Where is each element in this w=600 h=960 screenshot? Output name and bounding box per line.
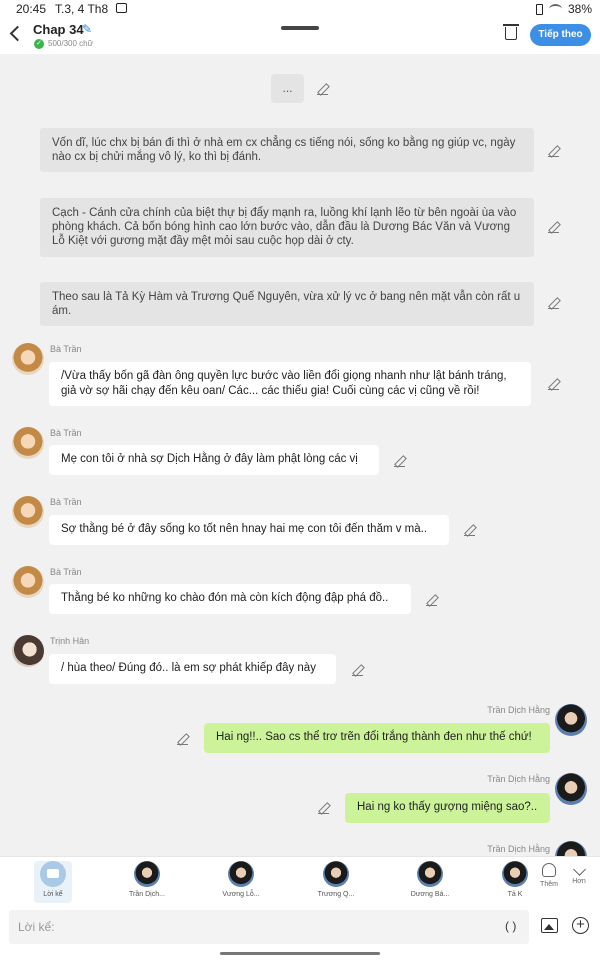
edit-pencil-icon[interactable] bbox=[426, 595, 437, 606]
message-bubble[interactable]: / hùa theo/ Đúng đó.. là em sợ phát khiế… bbox=[49, 654, 336, 684]
story-content[interactable]: ... Vốn dĩ, lúc chx bị bán đi thì ở nhà … bbox=[0, 54, 600, 856]
speaker-name: Trần Dịch Hằng bbox=[487, 774, 550, 784]
character-label: Dương Bá... bbox=[410, 891, 450, 898]
speaker-name: Bà Trần bbox=[50, 567, 82, 577]
narration-icon bbox=[40, 861, 66, 887]
battery-level: 38% bbox=[567, 2, 592, 16]
character-ta-ky-ham[interactable]: Tả K bbox=[500, 861, 530, 898]
character-selector: Lời kể Trần Dịch... Vương Lỗ... Trương Q… bbox=[0, 856, 600, 906]
message-bubble[interactable]: Hai ng ko thấy gượng miệng sao?.. bbox=[345, 793, 550, 823]
avatar-ba-tran bbox=[12, 427, 44, 459]
avatar-tran-dich-hang bbox=[555, 841, 587, 856]
edit-pencil-icon[interactable] bbox=[317, 84, 328, 95]
app-bar: Chap 34 ✎ ✓ 500/300 chữ Tiếp theo bbox=[0, 18, 600, 54]
speaker-name: Bà Trần bbox=[50, 428, 82, 438]
character-count: 500/300 chữ bbox=[48, 39, 93, 48]
speaker-name: Trần Dịch Hằng bbox=[487, 844, 550, 854]
character-label: Trương Q... bbox=[317, 891, 355, 898]
avatar-ba-tran bbox=[12, 496, 44, 528]
battery-saver-icon bbox=[535, 3, 543, 15]
gallery-notification-icon bbox=[116, 3, 127, 13]
avatar-ba-tran bbox=[12, 343, 44, 375]
more-label: Hơn bbox=[572, 878, 586, 885]
speaker-name: Trịnh Hân bbox=[50, 636, 90, 646]
edit-pencil-icon[interactable] bbox=[548, 222, 559, 233]
edit-pencil-icon[interactable] bbox=[464, 525, 475, 536]
home-indicator[interactable] bbox=[220, 952, 380, 955]
edit-pencil-icon[interactable] bbox=[548, 298, 559, 309]
narration-block[interactable]: Vốn dĩ, lúc chx bị bán đi thì ở nhà em c… bbox=[40, 128, 534, 172]
avatar bbox=[417, 861, 443, 887]
check-icon: ✓ bbox=[34, 39, 44, 49]
add-person-icon bbox=[542, 863, 556, 877]
status-time: 20:45 bbox=[16, 2, 47, 16]
speaker-name: Trần Dịch Hằng bbox=[487, 705, 550, 715]
drag-handle[interactable] bbox=[281, 26, 319, 30]
chapter-title: Chap 34 bbox=[33, 22, 84, 37]
status-bar: 20:45 T.3, 4 Th8 38% bbox=[0, 0, 600, 18]
trash-icon[interactable] bbox=[503, 24, 519, 40]
character-vuong-lo-kiet[interactable]: Vương Lỗ... bbox=[211, 861, 271, 898]
message-bubble[interactable]: Mẹ con tôi ở nhà sợ Dịch Hằng ở đây làm … bbox=[49, 445, 379, 475]
edit-pencil-icon[interactable] bbox=[177, 734, 188, 745]
back-arrow-icon[interactable] bbox=[9, 25, 26, 42]
avatar-tran-dich-hang bbox=[555, 773, 587, 805]
speaker-name: Bà Trần bbox=[50, 344, 82, 354]
character-narrator[interactable]: Lời kể bbox=[34, 861, 72, 903]
character-label: Trần Dịch... bbox=[129, 891, 165, 898]
system-nav-bar bbox=[0, 948, 600, 960]
next-button[interactable]: Tiếp theo bbox=[530, 24, 591, 46]
avatar bbox=[228, 861, 254, 887]
avatar-trinh-han bbox=[12, 635, 44, 667]
character-label: Tả K bbox=[507, 891, 523, 898]
message-bubble[interactable]: Sợ thằng bé ở đây sống ko tốt nên hnay h… bbox=[49, 515, 449, 545]
message-bubble[interactable]: /Vừa thấy bốn gã đàn ông quyền lực bước … bbox=[49, 362, 531, 406]
add-character-button[interactable]: Thêm bbox=[538, 863, 560, 888]
add-label: Thêm bbox=[540, 881, 558, 888]
avatar bbox=[134, 861, 160, 887]
avatar-tran-dich-hang bbox=[555, 704, 587, 736]
more-button[interactable]: Hơn bbox=[568, 863, 590, 885]
wifi-icon bbox=[548, 4, 562, 14]
status-date: T.3, 4 Th8 bbox=[55, 2, 109, 16]
narration-block[interactable]: Theo sau là Tả Kỳ Hàm và Trương Quế Nguy… bbox=[40, 282, 534, 326]
narration-input[interactable] bbox=[9, 910, 529, 944]
plus-icon[interactable]: + bbox=[572, 917, 589, 934]
character-tran-dich-hang[interactable]: Trần Dịch... bbox=[117, 861, 177, 898]
placeholder-block[interactable]: ... bbox=[271, 74, 304, 103]
avatar bbox=[502, 861, 528, 887]
message-bubble[interactable]: Thằng bé ko những ko chào đón mà còn kíc… bbox=[49, 584, 411, 614]
speaker-name: Bà Trần bbox=[50, 497, 82, 507]
input-bar: ( ) + bbox=[0, 906, 600, 948]
character-label: Lời kể bbox=[43, 891, 63, 898]
edit-pencil-icon[interactable] bbox=[394, 456, 405, 467]
edit-title-pencil-icon[interactable]: ✎ bbox=[82, 23, 94, 35]
edit-pencil-icon[interactable] bbox=[352, 665, 363, 676]
character-truong-que-nguyen[interactable]: Trương Q... bbox=[306, 861, 366, 898]
message-bubble[interactable]: Hai ng!!.. Sao cs thể trơ trẽn đổi trắng… bbox=[204, 723, 550, 753]
edit-pencil-icon[interactable] bbox=[548, 379, 559, 390]
character-label: Vương Lỗ... bbox=[222, 891, 260, 898]
narration-block[interactable]: Cạch - Cánh cửa chính của biệt thự bị đẩ… bbox=[40, 198, 534, 257]
character-duong-bac-van[interactable]: Dương Bá... bbox=[400, 861, 460, 898]
chevron-down-icon bbox=[572, 863, 586, 876]
image-icon[interactable] bbox=[541, 918, 558, 933]
edit-pencil-icon[interactable] bbox=[318, 803, 329, 814]
edit-pencil-icon[interactable] bbox=[548, 146, 559, 157]
parenthesis-button[interactable]: ( ) bbox=[505, 919, 516, 933]
avatar-ba-tran bbox=[12, 566, 44, 598]
avatar bbox=[323, 861, 349, 887]
